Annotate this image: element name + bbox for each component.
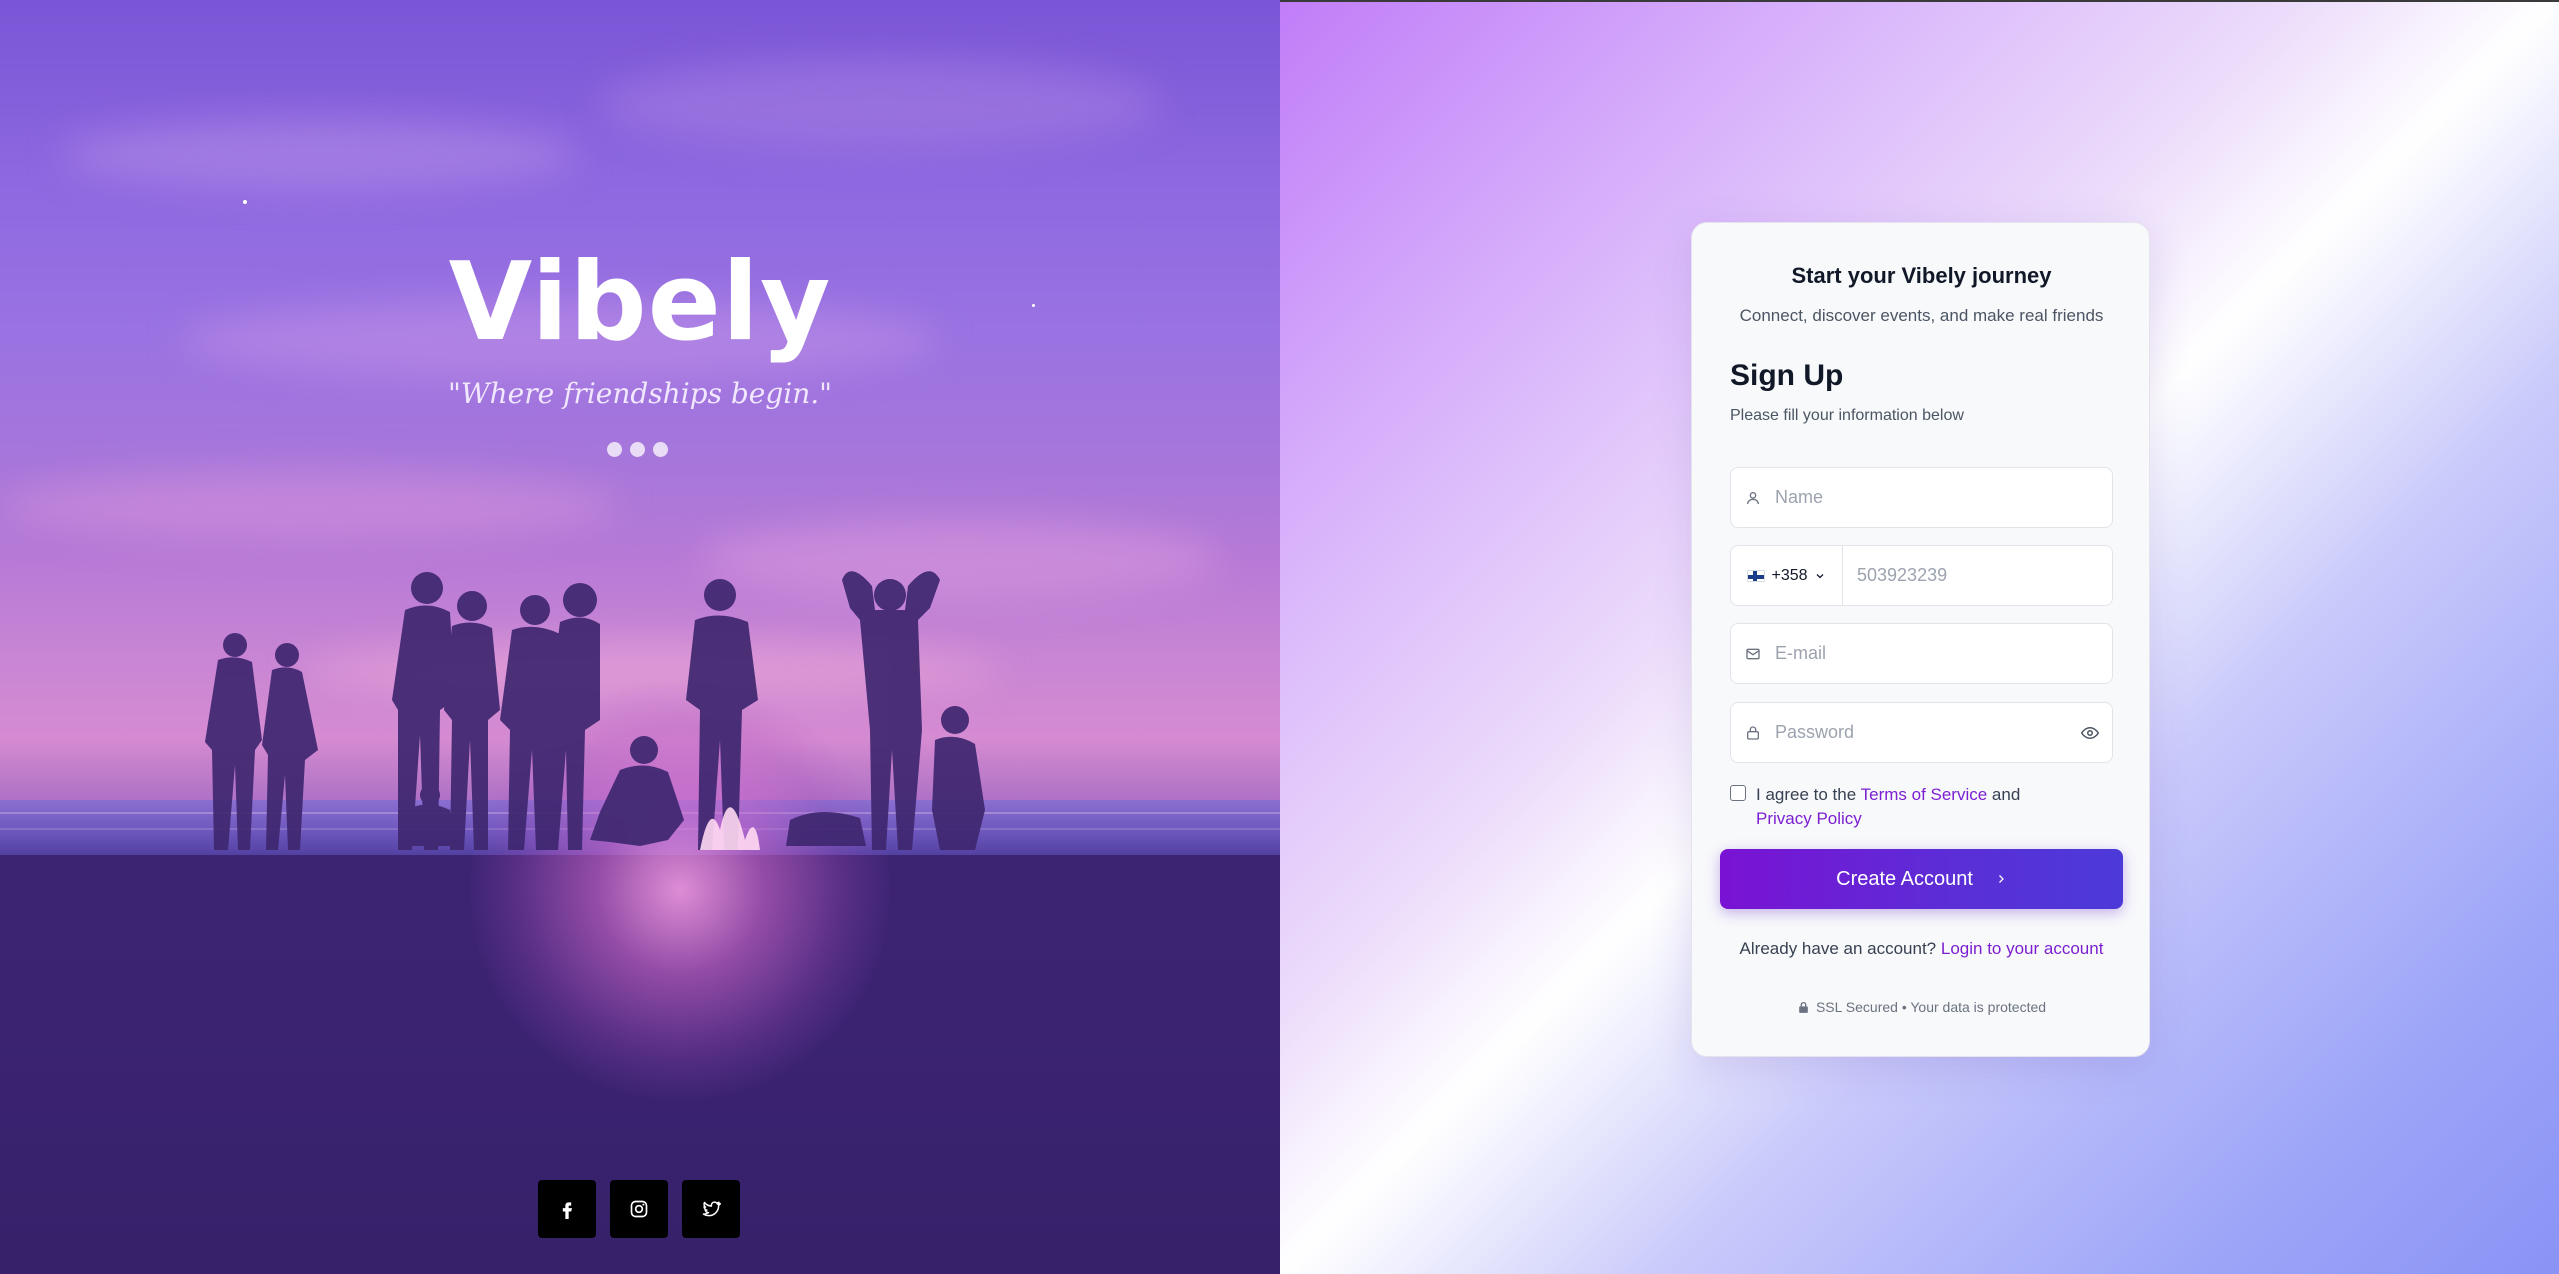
terms-conjunction: and bbox=[1987, 785, 2021, 804]
signup-card: Start your Vibely journey Connect, disco… bbox=[1691, 222, 2150, 1057]
lock-icon bbox=[1799, 1001, 1808, 1013]
sky-cloud bbox=[0, 470, 620, 540]
chevron-down-icon bbox=[1816, 573, 1823, 578]
card-title: Start your Vibely journey bbox=[1791, 263, 2052, 288]
name-field bbox=[1730, 467, 2113, 528]
password-input[interactable] bbox=[1775, 703, 2068, 762]
hero-panel: Vibely "Where friendships begin." bbox=[0, 0, 1280, 1274]
terms-agreement: I agree to the Terms of Service and Priv… bbox=[1730, 783, 2113, 831]
chevron-right-icon bbox=[1998, 875, 2004, 883]
brand-title: Vibely bbox=[448, 240, 832, 365]
terms-prefix: I agree to the bbox=[1756, 785, 1861, 804]
lock-icon bbox=[1731, 724, 1775, 742]
sky-cloud bbox=[600, 60, 1160, 150]
terms-text: I agree to the Terms of Service and Priv… bbox=[1756, 783, 2020, 831]
email-input[interactable] bbox=[1775, 624, 2112, 683]
carousel-dot[interactable] bbox=[607, 442, 622, 457]
country-code-value: +358 bbox=[1771, 566, 1808, 584]
create-account-button[interactable]: Create Account bbox=[1720, 849, 2123, 909]
instagram-icon bbox=[630, 1200, 648, 1218]
card-subtitle: Connect, discover events, and make real … bbox=[1739, 306, 2104, 325]
eye-icon[interactable] bbox=[2068, 726, 2112, 740]
email-field bbox=[1730, 623, 2113, 684]
privacy-policy-link[interactable]: Privacy Policy bbox=[1756, 809, 1862, 828]
finland-flag-icon bbox=[1747, 569, 1766, 582]
facebook-button[interactable] bbox=[538, 1180, 596, 1238]
panel-top-border bbox=[1280, 0, 2559, 2]
carousel-dots bbox=[607, 442, 668, 457]
login-prompt-text: Already have an account? bbox=[1739, 939, 1937, 958]
ssl-notice: SSL Secured • Your data is protected bbox=[1692, 999, 2151, 1015]
brand-tagline: "Where friendships begin." bbox=[447, 377, 833, 410]
create-account-label: Create Account bbox=[1836, 867, 1973, 890]
twitter-icon bbox=[702, 1201, 721, 1217]
carousel-dot[interactable] bbox=[630, 442, 645, 457]
twitter-button[interactable] bbox=[682, 1180, 740, 1238]
instagram-button[interactable] bbox=[610, 1180, 668, 1238]
ssl-text: SSL Secured • Your data is protected bbox=[1815, 999, 2047, 1015]
country-code-select[interactable]: +358 bbox=[1731, 546, 1843, 605]
carousel-dot[interactable] bbox=[653, 442, 668, 457]
password-field bbox=[1730, 702, 2113, 763]
terms-checkbox[interactable] bbox=[1730, 785, 1746, 801]
terms-of-service-link[interactable]: Terms of Service bbox=[1861, 785, 1988, 804]
star bbox=[243, 200, 247, 204]
user-icon bbox=[1731, 490, 1775, 506]
login-link[interactable]: Login to your account bbox=[1941, 939, 2104, 958]
name-input[interactable] bbox=[1775, 468, 2112, 527]
phone-field: +358 bbox=[1730, 545, 2113, 606]
login-prompt: Already have an account? Login to your a… bbox=[1692, 939, 2151, 959]
friends-silhouette-image bbox=[205, 571, 985, 850]
form-title: Sign Up bbox=[1730, 359, 1844, 392]
facebook-icon bbox=[562, 1202, 572, 1219]
phone-input[interactable] bbox=[1843, 546, 2112, 605]
sky-cloud bbox=[60, 120, 580, 190]
social-links bbox=[538, 1180, 740, 1238]
mail-icon bbox=[1731, 646, 1775, 662]
form-subtitle: Please fill your information below bbox=[1730, 407, 1964, 424]
